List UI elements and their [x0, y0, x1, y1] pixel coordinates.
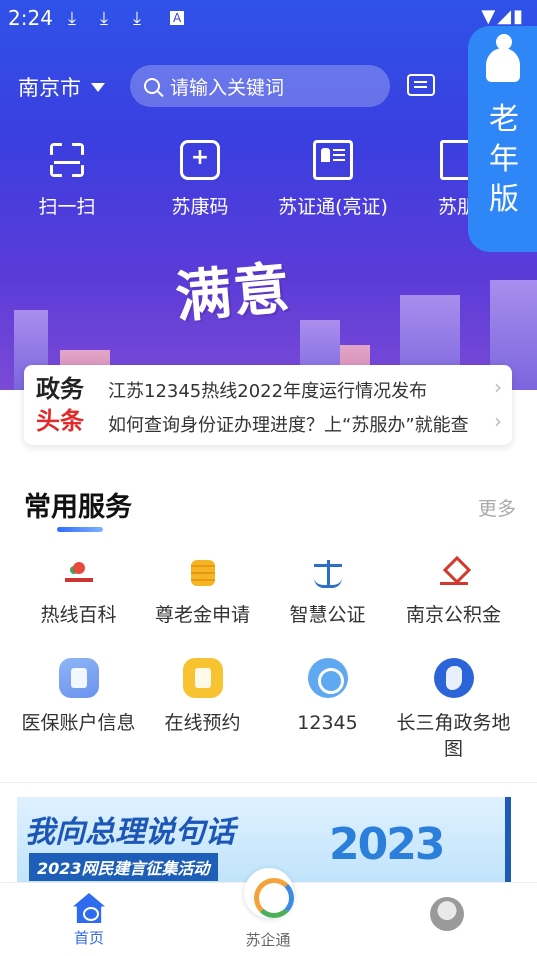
quick-action-label: 苏证通(亮证): [278, 196, 388, 218]
hotline-phone-icon: [307, 658, 348, 698]
search-placeholder: 请输入关键词: [170, 76, 285, 99]
quick-action-scan[interactable]: 扫一扫: [2, 140, 132, 219]
news-tag-line: 头条: [36, 407, 84, 435]
news-tag-line: 政务: [36, 375, 84, 403]
quick-action-id-card[interactable]: 苏证通(亮证): [268, 140, 398, 219]
medical-insurance-icon: [58, 658, 99, 698]
banner-title: 满意: [172, 255, 295, 331]
download-icon: ⤓: [68, 8, 76, 29]
avatar-icon: [430, 897, 464, 931]
service-label: 12345: [297, 712, 358, 734]
download-icon: ⤓: [133, 8, 141, 29]
chevron-right-icon: ›: [494, 375, 502, 399]
elder-person-icon: [486, 34, 520, 82]
id-card-icon: [313, 140, 353, 180]
service-label: 长三角政务地: [396, 712, 511, 734]
service-label: 热线百科: [40, 604, 117, 626]
home-icon: [73, 893, 105, 923]
hotline-icon: [63, 558, 95, 590]
elder-mode-button[interactable]: 老 年 版: [468, 26, 537, 252]
more-link[interactable]: 更多: [478, 494, 516, 521]
news-item[interactable]: 如何查询身份证办理进度？上“苏服办”就能查: [108, 411, 494, 437]
service-label: 图: [443, 738, 463, 760]
signal-battery-icon: ▼◢▮: [481, 6, 525, 27]
status-time: 2:24: [8, 6, 53, 30]
chevron-right-icon: ›: [494, 409, 502, 433]
scan-icon: [47, 140, 87, 180]
service-label: 智慧公证: [289, 604, 366, 626]
service-yangtze-map[interactable]: 长三角政务地 图: [391, 658, 516, 762]
promo-subtitle: 2023网民建言征集活动: [29, 853, 218, 881]
city-label: 南京市: [18, 76, 81, 100]
promo-title: 我向总理说句话: [25, 815, 235, 850]
tab-home[interactable]: 首页: [29, 893, 149, 948]
map-icon: [433, 658, 474, 698]
health-code-icon: [180, 140, 220, 180]
service-housing-fund[interactable]: 南京公积金: [391, 558, 516, 628]
service-elder-allowance[interactable]: 尊老金申请: [140, 558, 265, 628]
news-tag: 政务 头条: [36, 373, 84, 437]
section-title: 常用服务: [24, 492, 132, 523]
enterprise-logo-icon[interactable]: [244, 868, 294, 918]
tab-label: 苏企通: [245, 931, 291, 949]
quick-action-label: 扫一扫: [38, 196, 96, 218]
promo-year: 2023: [329, 819, 445, 870]
search-input[interactable]: 请输入关键词: [130, 65, 390, 107]
service-appointment[interactable]: 在线预约: [140, 658, 265, 736]
search-icon: [144, 78, 160, 94]
message-icon[interactable]: [407, 74, 435, 96]
elder-mode-char: 版: [489, 182, 519, 217]
news-item[interactable]: 江苏12345热线2022年度运行情况发布: [108, 377, 494, 403]
scale-icon: [312, 558, 344, 590]
service-label: 尊老金申请: [154, 604, 250, 626]
notification-icon: A: [170, 11, 185, 25]
service-label: 在线预约: [164, 712, 241, 734]
quick-action-health-code[interactable]: 苏康码: [135, 140, 265, 219]
elder-mode-char: 老: [489, 102, 519, 137]
coin-icon: [187, 558, 219, 590]
tab-label: 首页: [73, 929, 104, 947]
service-label: 南京公积金: [405, 604, 501, 626]
appointment-icon: [182, 658, 223, 698]
header-hero: 2:24 ⤓ ⤓ ⤓ A ▼◢▮ 南京市 请输入关键词 扫一扫 苏康码 苏证通(…: [0, 0, 537, 390]
service-notary[interactable]: 智慧公证: [265, 558, 390, 628]
section-underline: [57, 527, 103, 532]
tab-profile[interactable]: [387, 897, 507, 931]
service-hotline-wiki[interactable]: 热线百科: [16, 558, 141, 628]
service-label: 医保账户信息: [21, 712, 136, 734]
news-card[interactable]: 政务 头条 江苏12345热线2022年度运行情况发布 › 如何查询身份证办理进…: [24, 365, 512, 445]
service-medical-insurance[interactable]: 医保账户信息: [16, 658, 141, 736]
status-bar: 2:24 ⤓ ⤓ ⤓ A ▼◢▮: [0, 0, 537, 36]
service-12345[interactable]: 12345: [265, 658, 390, 736]
chevron-down-icon: [91, 82, 105, 92]
city-selector[interactable]: 南京市: [18, 72, 105, 102]
tab-enterprise[interactable]: 苏企通: [208, 929, 328, 950]
elder-mode-char: 年: [489, 142, 519, 177]
divider: [0, 782, 537, 783]
fund-icon: [438, 558, 470, 590]
download-icon: ⤓: [100, 8, 108, 29]
quick-action-label: 苏康码: [171, 196, 229, 218]
